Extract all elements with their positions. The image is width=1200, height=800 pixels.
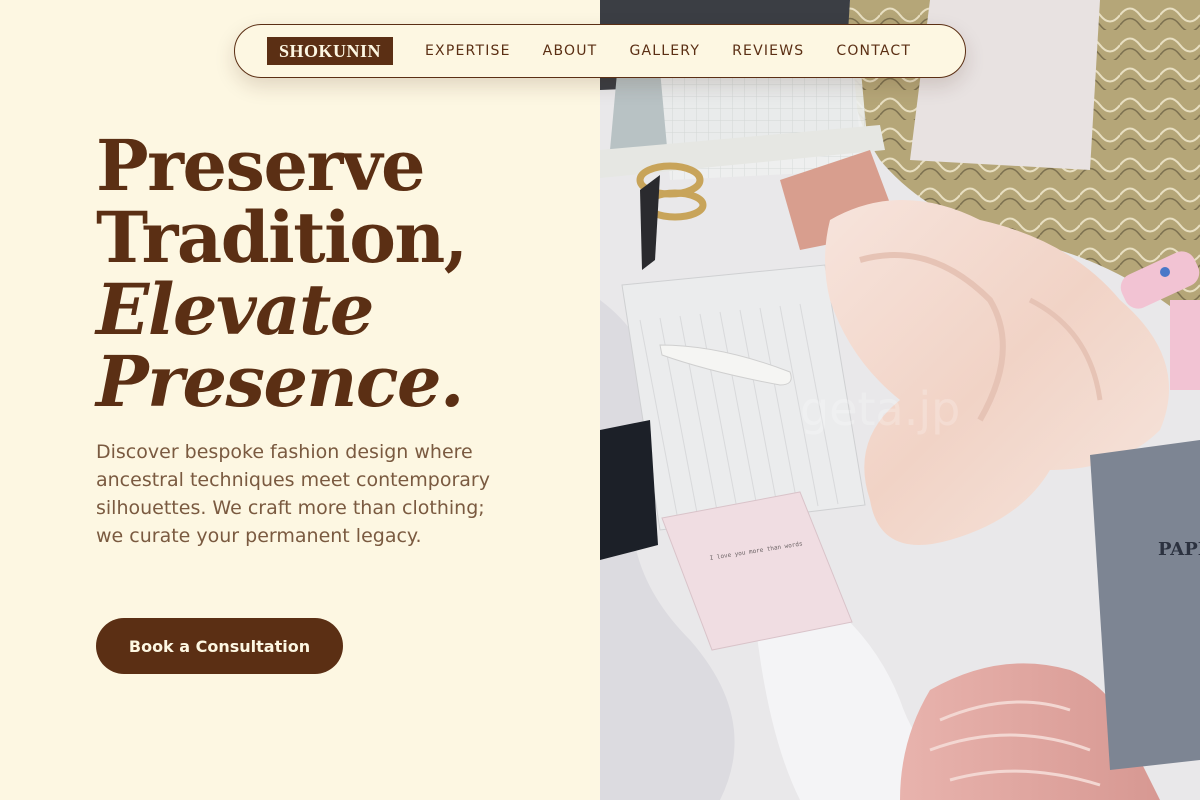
headline-line-4: Presence.: [96, 340, 464, 423]
hero-photo: I love you more than words PAPER SOURCE …: [600, 0, 1200, 800]
nav-link-gallery[interactable]: GALLERY: [629, 43, 700, 59]
hero-headline: Preserve Tradition, Elevate Presence.: [96, 130, 576, 418]
headline-line-1: Preserve: [96, 124, 426, 207]
hero-description: Discover bespoke fashion design where an…: [96, 441, 490, 547]
nav-link-about[interactable]: ABOUT: [543, 43, 598, 59]
nav-link-reviews[interactable]: REVIEWS: [732, 43, 804, 59]
watermark-text: geta.jp: [800, 382, 960, 436]
brand-logo[interactable]: SHOKUNIN: [267, 37, 394, 65]
book-title: PAPER SOURCE: [1158, 539, 1200, 560]
phone: [600, 420, 658, 560]
nav-link-expertise[interactable]: EXPERTISE: [425, 43, 511, 59]
headline-line-2: Tradition,: [96, 196, 468, 279]
nav-link-contact[interactable]: CONTACT: [836, 43, 911, 59]
book-consultation-button[interactable]: Book a Consultation: [96, 618, 343, 674]
top-navbar: SHOKUNIN EXPERTISE ABOUT GALLERY REVIEWS…: [234, 24, 966, 78]
hero-section: Preserve Tradition, Elevate Presence. Di…: [0, 0, 600, 800]
headline-line-3: Elevate: [96, 268, 374, 351]
